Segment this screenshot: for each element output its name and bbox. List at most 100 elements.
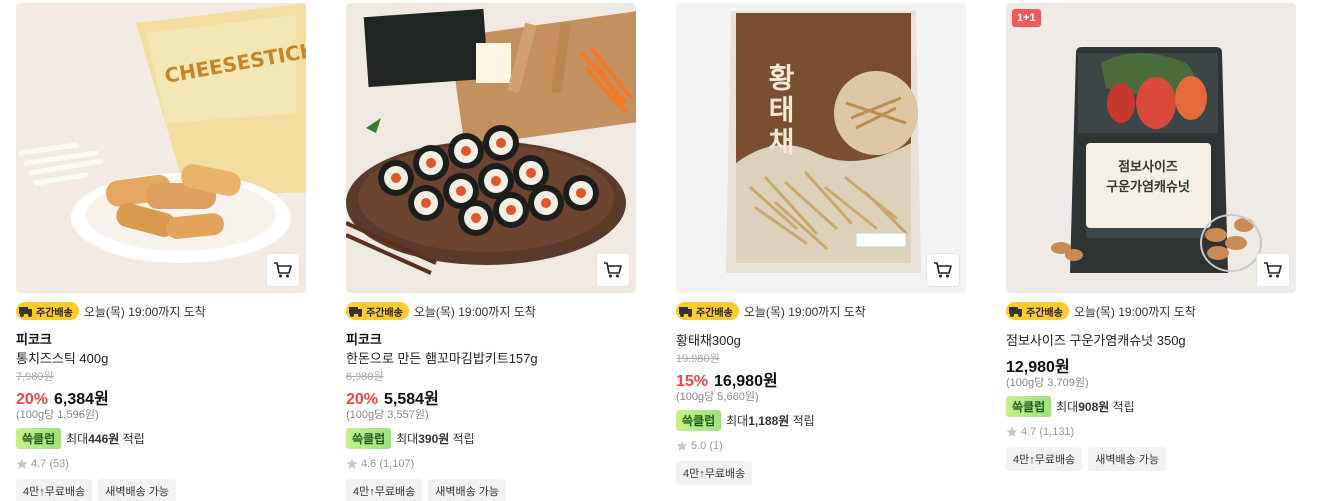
unit-price: (100g당 3,709원) bbox=[1006, 377, 1089, 389]
star-icon bbox=[1006, 426, 1018, 437]
delivery-info: 주간배송 오늘(목) 19:00까지 도착 bbox=[1006, 301, 1296, 321]
delivery-text: 오늘(목) 19:00까지 도착 bbox=[83, 304, 206, 319]
sale-price: 12,980원 bbox=[1006, 359, 1070, 376]
rating-score: 4.6 bbox=[361, 458, 377, 470]
tag-free-shipping: 4만↑무료배송 bbox=[16, 479, 93, 501]
reward-info: 쓱클럽 최대446원 적립 bbox=[16, 426, 306, 450]
product-name[interactable]: 한돈으로 만든 햄꼬마김밥키트157g bbox=[346, 349, 636, 369]
price-row: 20% 6,384원 bbox=[16, 385, 306, 408]
delivery-info: 주간배송 오늘(목) 19:00까지 도착 bbox=[346, 301, 636, 321]
tag-list: 4만↑무료배송 새벽배송 가능 bbox=[1006, 447, 1296, 471]
delivery-info: 주간배송 오늘(목) 19:00까지 도착 bbox=[676, 301, 966, 321]
product-card[interactable]: CHEESESTICK 주간배송 오늘(목) 19:00까지 도착 피코크 통치… bbox=[16, 3, 306, 501]
original-price: 7,980원 bbox=[16, 371, 54, 383]
product-name[interactable]: 황태채300g bbox=[676, 331, 966, 351]
price-row: 12,980원 bbox=[1006, 353, 1296, 376]
rating: 4.6 (1,107) bbox=[346, 453, 636, 475]
svg-text:구운가염캐슈넛: 구운가염캐슈넛 bbox=[1106, 179, 1190, 195]
delivery-info: 주간배송 오늘(목) 19:00까지 도착 bbox=[16, 301, 306, 321]
tag-free-shipping: 4만↑무료배송 bbox=[676, 461, 753, 485]
tag-list: 4만↑무료배송 bbox=[676, 461, 966, 485]
price-row: 20% 5,584원 bbox=[346, 385, 636, 408]
tag-list: 4만↑무료배송 새벽배송 가능 bbox=[346, 479, 636, 501]
product-grid: CHEESESTICK 주간배송 오늘(목) 19:00까지 도착 피코크 통치… bbox=[0, 0, 1318, 501]
reward-text: 최대908원 적립 bbox=[1056, 399, 1135, 414]
reward-text: 최대446원 적립 bbox=[66, 431, 145, 446]
tag-list: 4만↑무료배송 새벽배송 가능 bbox=[16, 479, 306, 501]
add-to-cart-button[interactable] bbox=[1256, 253, 1290, 287]
cart-icon bbox=[604, 262, 622, 278]
package-title: 황태채 bbox=[764, 63, 797, 159]
rating: 5.0 (1) bbox=[676, 435, 966, 457]
cashew-nut-image: 점보사이즈 구운가염캐슈넛 bbox=[1006, 3, 1296, 293]
review-count: (53) bbox=[49, 458, 69, 470]
product-image[interactable] bbox=[346, 3, 636, 293]
reward-badge: 쓱클럽 bbox=[346, 427, 392, 449]
truck-icon bbox=[679, 307, 692, 317]
rating-score: 4.7 bbox=[31, 458, 47, 470]
reward-info: 쓱클럽 최대390원 적립 bbox=[346, 426, 636, 450]
reward-info: 쓱클럽 최대1,188원 적립 bbox=[676, 408, 966, 432]
sale-price: 16,980원 bbox=[714, 373, 778, 390]
delivery-text: 오늘(목) 19:00까지 도착 bbox=[743, 304, 866, 319]
review-count: (1,107) bbox=[379, 458, 415, 470]
reward-badge: 쓱클럽 bbox=[1006, 395, 1052, 417]
rating-score: 5.0 bbox=[691, 440, 707, 452]
tag-free-shipping: 4만↑무료배송 bbox=[346, 479, 423, 501]
product-card[interactable]: 황태채 주간배송 오늘(목) 19:00까지 도착 황태채300g 19,980… bbox=[676, 3, 966, 485]
rating-score: 4.7 bbox=[1021, 426, 1037, 438]
reward-badge: 쓱클럽 bbox=[676, 409, 722, 431]
delivery-badge: 주간배송 bbox=[676, 302, 739, 320]
tag-dawn-delivery: 새벽배송 가능 bbox=[1088, 447, 1166, 471]
cart-icon bbox=[274, 262, 292, 278]
add-to-cart-button[interactable] bbox=[596, 253, 630, 287]
product-image[interactable]: CHEESESTICK bbox=[16, 3, 306, 293]
rating: 4.7 (1,131) bbox=[1006, 421, 1296, 443]
tag-dawn-delivery: 새벽배송 가능 bbox=[98, 479, 176, 501]
promo-badge: 1+1 bbox=[1012, 9, 1041, 27]
star-icon bbox=[676, 440, 688, 451]
review-count: (1) bbox=[709, 440, 723, 452]
sale-price: 6,384원 bbox=[54, 391, 109, 408]
product-card[interactable]: 주간배송 오늘(목) 19:00까지 도착 피코크 한돈으로 만든 햄꼬마김밥키… bbox=[346, 3, 636, 501]
product-brand: 피코크 bbox=[346, 332, 382, 347]
product-brand: 피코크 bbox=[16, 332, 52, 347]
unit-price: (100g당 1,596원) bbox=[16, 409, 99, 421]
star-icon bbox=[346, 458, 358, 469]
delivery-text: 오늘(목) 19:00까지 도착 bbox=[1073, 304, 1196, 319]
tag-dawn-delivery: 새벽배송 가능 bbox=[428, 479, 506, 501]
truck-icon bbox=[19, 307, 32, 317]
add-to-cart-button[interactable] bbox=[926, 253, 960, 287]
rating: 4.7 (53) bbox=[16, 453, 306, 475]
original-price: 6,980원 bbox=[346, 371, 384, 383]
unit-price: (100g당 5,660원) bbox=[676, 391, 759, 403]
delivery-badge: 주간배송 bbox=[16, 302, 79, 320]
kimbap-image bbox=[346, 3, 636, 293]
reward-text: 최대1,188원 적립 bbox=[726, 413, 815, 428]
reward-info: 쓱클럽 최대908원 적립 bbox=[1006, 394, 1296, 418]
product-name[interactable]: 점보사이즈 구운가염캐슈넛 350g bbox=[1006, 331, 1296, 351]
cart-icon bbox=[1264, 262, 1282, 278]
dried-pollock-image: 황태채 bbox=[676, 3, 966, 293]
delivery-badge: 주간배송 bbox=[346, 302, 409, 320]
original-price: 19,980원 bbox=[676, 353, 720, 365]
price-row: 15% 16,980원 bbox=[676, 367, 966, 390]
unit-price: (100g당 3,557원) bbox=[346, 409, 429, 421]
product-name[interactable]: 통치즈스틱 400g bbox=[16, 349, 306, 369]
tag-free-shipping: 4만↑무료배송 bbox=[1006, 447, 1083, 471]
cart-icon bbox=[934, 262, 952, 278]
reward-text: 최대390원 적립 bbox=[396, 431, 475, 446]
star-icon bbox=[16, 458, 28, 469]
delivery-badge: 주간배송 bbox=[1006, 302, 1069, 320]
sale-price: 5,584원 bbox=[384, 391, 439, 408]
reward-badge: 쓱클럽 bbox=[16, 427, 62, 449]
review-count: (1,131) bbox=[1039, 426, 1075, 438]
add-to-cart-button[interactable] bbox=[266, 253, 300, 287]
truck-icon bbox=[349, 307, 362, 317]
product-image[interactable]: 점보사이즈 구운가염캐슈넛 1+1 bbox=[1006, 3, 1296, 293]
truck-icon bbox=[1009, 307, 1022, 317]
delivery-text: 오늘(목) 19:00까지 도착 bbox=[413, 304, 536, 319]
product-image[interactable]: 황태채 bbox=[676, 3, 966, 293]
product-card[interactable]: 점보사이즈 구운가염캐슈넛 1+1 주간배송 오늘(목) 19:00까지 도착 bbox=[1006, 3, 1296, 471]
package-title: 점보사이즈 bbox=[1118, 159, 1178, 175]
